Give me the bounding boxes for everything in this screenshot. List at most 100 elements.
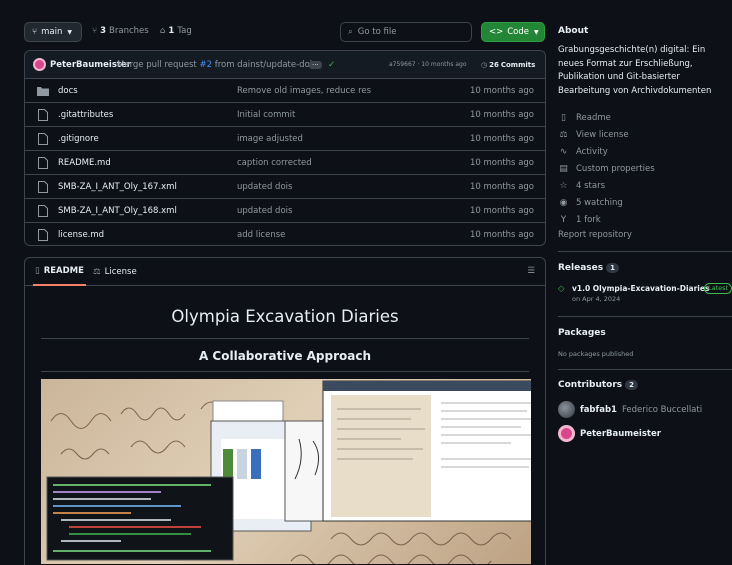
readme-subtitle: A Collaborative Approach — [198, 349, 372, 363]
file-icon — [37, 156, 49, 169]
table-row[interactable]: SMB-ZA_I_ANT_Oly_168.xml updated dois 10 m… — [25, 198, 545, 222]
chevron-down-icon: ▼ — [534, 28, 539, 36]
table-row[interactable]: SMB-ZA_I_ANT_Oly_167.xml updated dois 10 m… — [25, 174, 545, 198]
pr-link[interactable]: #2 — [199, 60, 212, 70]
about-link[interactable]: ▤ Custom properties — [558, 163, 654, 174]
avatar — [558, 401, 575, 418]
about-link-label: 4 stars — [576, 180, 606, 191]
scale-icon: ⚖ — [93, 267, 101, 277]
code-icon: <> — [489, 27, 504, 37]
divider — [558, 316, 732, 317]
commit-message[interactable]: add license — [237, 230, 285, 240]
about-link[interactable]: Y 1 fork — [558, 214, 601, 225]
about-link[interactable]: ▯ Readme — [558, 112, 611, 123]
about-link[interactable]: ☆ 4 stars — [558, 180, 605, 191]
tab-readme[interactable]: ▯ README — [33, 258, 86, 286]
report-repository-link[interactable]: Report repository — [558, 230, 632, 240]
fork-icon: Y — [560, 214, 567, 225]
commit-message[interactable]: Remove old images, reduce res — [237, 86, 371, 96]
table-row[interactable]: README.md caption corrected 10 months ago — [25, 150, 545, 174]
table-row[interactable]: .gitignore image adjusted 10 months ago — [25, 126, 545, 150]
ellipsis-icon[interactable]: ··· — [309, 60, 322, 69]
commit-message[interactable]: updated dois — [237, 182, 292, 192]
branch-name: main — [41, 27, 63, 37]
about-link[interactable]: ⚖ View license — [558, 129, 628, 140]
file-icon — [37, 108, 49, 121]
file-name[interactable]: docs — [58, 86, 78, 96]
about-link[interactable]: ◉ 5 watching — [558, 197, 623, 208]
tag-icon: ⌂ — [160, 26, 166, 36]
table-row[interactable]: .gitattributes Initial commit 10 months ag… — [25, 102, 545, 126]
file-icon — [37, 180, 49, 193]
releases-count: 1 — [606, 263, 619, 273]
file-icon — [37, 132, 49, 145]
note-icon: ▤ — [559, 163, 568, 174]
tab-license-label: License — [104, 267, 137, 277]
tags-link[interactable]: ⌂ 1 Tag — [160, 26, 192, 36]
code-label: Code — [507, 27, 530, 37]
branches-label: Branches — [109, 26, 149, 36]
commit-date: 10 months ago — [469, 109, 534, 120]
file-name[interactable]: SMB-ZA_I_ANT_Oly_168.xml — [58, 206, 177, 216]
tab-license[interactable]: ⚖ License — [93, 258, 137, 286]
release-date: on Apr 4, 2024 — [572, 295, 621, 303]
file-table: PeterBaumeister Merge pull request #2 fr… — [24, 50, 546, 246]
commit-message-suffix: from dainst/update-dois — [214, 59, 317, 70]
tab-readme-label: README — [43, 266, 84, 276]
commit-date: 10 months ago — [469, 205, 534, 216]
code-button[interactable]: <> Code ▼ — [481, 22, 545, 42]
contributor-item[interactable]: fabfab1 Federico Buccellati — [558, 401, 702, 418]
title-rule — [41, 338, 529, 339]
file-name[interactable]: SMB-ZA_I_ANT_Oly_167.xml — [58, 182, 177, 192]
report-label: Report repository — [558, 230, 632, 240]
commit-hash-time[interactable]: a759667 · 10 months ago — [389, 61, 467, 68]
commits-link[interactable]: ◷ 26 Commits — [481, 61, 535, 69]
releases-heading[interactable]: Releases 1 — [558, 263, 619, 273]
about-link-label: 5 watching — [576, 197, 623, 208]
file-name[interactable]: .gitignore — [58, 134, 99, 144]
branch-icon: ⑂ — [32, 27, 38, 37]
contributors-heading[interactable]: Contributors 2 — [558, 380, 639, 390]
contributor-item[interactable]: PeterBaumeister — [558, 425, 661, 442]
go-to-file-input[interactable]: ⌕ Go to file — [340, 22, 472, 42]
divider — [558, 369, 732, 370]
outline-icon[interactable]: ☰ — [527, 266, 535, 276]
book-icon: ▯ — [561, 112, 566, 123]
file-name[interactable]: README.md — [58, 158, 111, 168]
handwriting-decoration — [46, 380, 531, 564]
file-icon — [37, 204, 49, 217]
packages-heading[interactable]: Packages — [558, 328, 606, 338]
branch-selector[interactable]: ⑂ main ▼ — [24, 22, 82, 42]
file-icon — [37, 228, 49, 241]
folder-icon — [37, 85, 49, 97]
commit-message[interactable]: Merge pull request #2 from dainst/update… — [117, 60, 317, 70]
readme-title: Olympia Excavation Diaries — [171, 307, 399, 326]
commit-message[interactable]: updated dois — [237, 206, 292, 216]
latest-commit-bar: PeterBaumeister Merge pull request #2 fr… — [25, 51, 545, 78]
about-link-label: 1 fork — [576, 214, 601, 225]
table-row[interactable]: docs Remove old images, reduce res 10 mont… — [25, 78, 545, 102]
branches-link[interactable]: ⑂ 3 Branches — [92, 26, 149, 36]
commit-message[interactable]: image adjusted — [237, 134, 303, 144]
readme-panel: ▯ README ⚖ License ☰ Olympia Excavation … — [24, 257, 546, 565]
search-icon: ⌕ — [348, 27, 353, 37]
subtitle-rule — [41, 371, 529, 372]
contributor-login: fabfab1 — [580, 404, 617, 415]
about-link[interactable]: ∿ Activity — [558, 146, 608, 157]
commit-message[interactable]: Initial commit — [237, 110, 295, 120]
file-name[interactable]: .gitattributes — [58, 110, 113, 120]
table-row[interactable]: license.md add license 10 months ago — [25, 222, 545, 245]
contributor-name: Federico Buccellati — [621, 404, 703, 415]
commit-date: 10 months ago — [469, 229, 534, 240]
commit-message[interactable]: caption corrected — [237, 158, 312, 168]
book-icon: ▯ — [35, 266, 40, 276]
check-icon: ✓ — [328, 59, 336, 70]
tags-count: 1 — [168, 26, 175, 36]
contributor-login: PeterBaumeister — [580, 428, 661, 439]
eye-icon: ◉ — [559, 197, 568, 208]
file-name[interactable]: license.md — [58, 230, 104, 240]
tag-icon: ◇ — [558, 284, 565, 294]
go-to-file-placeholder: Go to file — [357, 27, 397, 37]
latest-badge: Latest — [704, 283, 732, 294]
readme-tabs: ▯ README ⚖ License ☰ — [25, 258, 545, 286]
